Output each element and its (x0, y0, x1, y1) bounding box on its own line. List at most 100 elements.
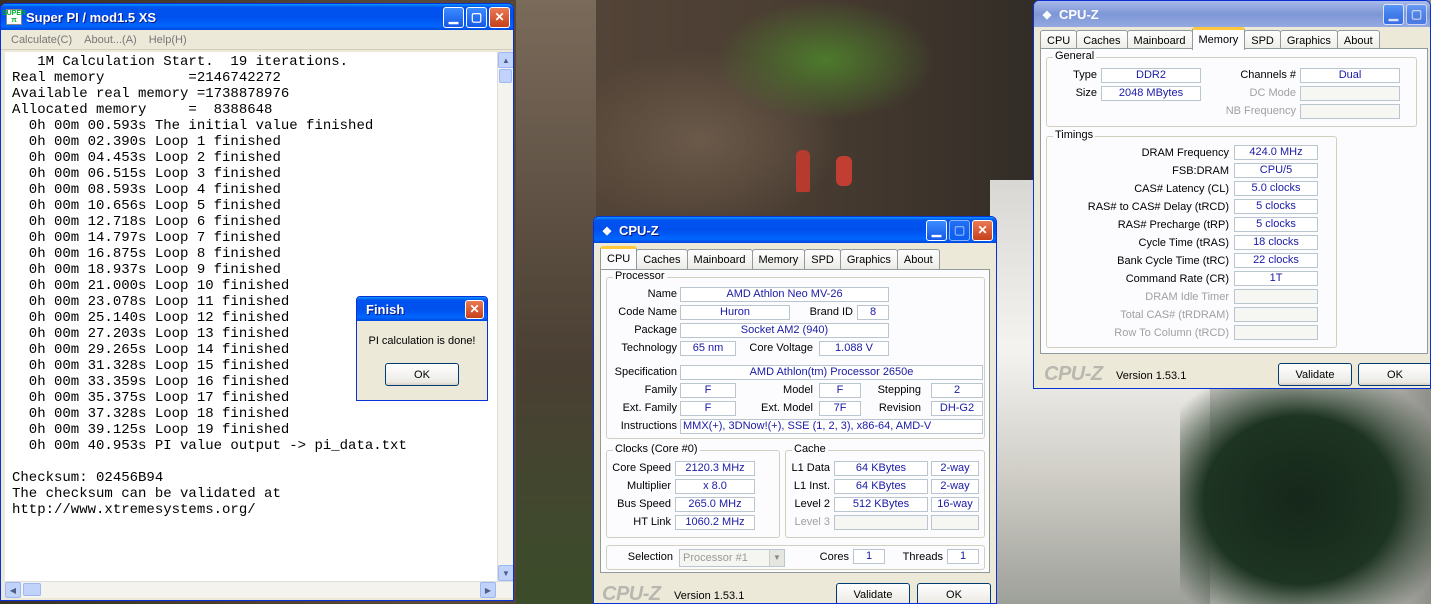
processor-select[interactable]: Processor #1 ▼ (679, 549, 785, 567)
cpuz-cpu-title: CPU-Z (619, 222, 659, 238)
validate-button[interactable]: Validate (836, 583, 910, 603)
corespeed-value: 2120.3 MHz (675, 461, 755, 476)
horizontal-scroll-thumb[interactable] (23, 583, 41, 596)
extmodel-label: Ext. Model (761, 402, 813, 414)
tab-caches[interactable]: Caches (1076, 30, 1128, 50)
finish-dialog[interactable]: Finish ✕ PI calculation is done! OK (356, 296, 488, 401)
multiplier-label: Multiplier (626, 480, 671, 492)
rtc-value (1234, 325, 1318, 340)
minimize-icon: ▁ (448, 10, 459, 24)
tab-about[interactable]: About (896, 249, 940, 269)
validate-button[interactable]: Validate (1278, 363, 1352, 386)
tras-label: Cycle Time (tRAS) (1138, 237, 1229, 249)
horizontal-scrollbar[interactable]: ◀ ▶ (5, 581, 513, 598)
dramfreq-value: 424.0 MHz (1234, 145, 1318, 160)
ok-button[interactable]: OK (917, 583, 991, 603)
superpi-app-icon: SUPER π (1, 9, 27, 25)
type-label: Type (1073, 69, 1097, 81)
output-line: 0h 00m 00.593s The initial value finishe… (12, 118, 374, 134)
tab-about[interactable]: About (1336, 30, 1380, 50)
l2-value: 512 KBytes (834, 497, 928, 512)
tras-value: 18 clocks (1234, 235, 1318, 250)
spec-label: Specification (614, 366, 677, 378)
minimize-icon: ▁ (931, 223, 942, 237)
instructions-value: MMX(+), 3DNow!(+), SSE (1, 2, 3), x86-64… (680, 419, 983, 434)
tab-spd[interactable]: SPD (804, 249, 841, 269)
trc-label: Bank Cycle Time (tRC) (1117, 255, 1229, 267)
l1d-label: L1 Data (791, 462, 830, 474)
tab-memory[interactable]: Memory (1191, 27, 1246, 50)
tab-cpu[interactable]: CPU (600, 246, 638, 269)
tab-caches[interactable]: Caches (636, 249, 688, 269)
trdram-label: Total CAS# (tRDRAM) (1120, 309, 1229, 321)
finish-ok-button[interactable]: OK (385, 363, 459, 386)
clocks-group: Clocks (Core #0) Core Speed 2120.3 MHz M… (606, 443, 780, 538)
tab-memory[interactable]: Memory (751, 249, 806, 269)
l1d-value: 64 KBytes (834, 461, 928, 476)
type-value: DDR2 (1101, 68, 1201, 83)
cpuz-logo: CPU-Z (602, 583, 661, 604)
l3-way-value (931, 515, 979, 530)
family-value: F (680, 383, 736, 398)
scroll-right-button[interactable]: ▶ (480, 582, 496, 598)
tab-mainboard[interactable]: Mainboard (1126, 30, 1193, 50)
wallpaper-tree (1180, 380, 1431, 604)
vertical-scrollbar[interactable]: ▲ ▼ (497, 52, 513, 581)
cpuz-memory-titlebar[interactable]: ◆ CPU-Z ▁ ▢ (1034, 1, 1430, 27)
package-label: Package (634, 324, 677, 336)
superpi-titlebar[interactable]: SUPER π Super PI / mod1.5 XS ▁ ▢ ✕ (1, 4, 513, 30)
finish-titlebar[interactable]: Finish ✕ (357, 297, 487, 321)
menu-calculate[interactable]: Calculate(C) (11, 34, 72, 46)
maximize-button[interactable]: ▢ (466, 6, 487, 28)
maximize-button: ▢ (1406, 3, 1427, 25)
tab-spd[interactable]: SPD (1244, 30, 1281, 50)
scroll-up-button[interactable]: ▲ (498, 52, 513, 68)
output-line: 0h 00m 12.718s Loop 6 finished (12, 214, 281, 230)
cpuz-memory-window[interactable]: ◆ CPU-Z ▁ ▢ CPU Caches Mainboard Memory … (1033, 0, 1431, 389)
tab-graphics[interactable]: Graphics (839, 249, 898, 269)
minimize-button[interactable]: ▁ (926, 219, 947, 241)
name-label: Name (647, 288, 677, 300)
minimize-icon: ▁ (1388, 7, 1399, 21)
cache-group: Cache L1 Data 64 KBytes 2-way L1 Inst. 6… (785, 443, 985, 538)
extfamily-value: F (680, 401, 736, 416)
finish-close-button[interactable]: ✕ (465, 299, 484, 319)
superpi-menubar: Calculate(C) About...(A) Help(H) (1, 30, 513, 50)
close-button[interactable]: ✕ (489, 6, 510, 28)
tab-graphics[interactable]: Graphics (1279, 30, 1338, 50)
minimize-button[interactable]: ▁ (1383, 3, 1404, 25)
processor-select-value: Processor #1 (683, 552, 748, 564)
size-label: Size (1075, 87, 1097, 99)
cr-value: 1T (1234, 271, 1318, 286)
idle-label: DRAM Idle Timer (1145, 291, 1229, 303)
codename-value: Huron (680, 305, 790, 320)
vertical-scroll-thumb[interactable] (499, 69, 512, 83)
tab-mainboard[interactable]: Mainboard (686, 249, 753, 269)
family-label: Family (644, 384, 677, 396)
multiplier-value: x 8.0 (675, 479, 755, 494)
cas-label: CAS# Latency (CL) (1134, 183, 1229, 195)
arrow-right-icon: ▶ (484, 585, 492, 595)
brandid-value: 8 (857, 305, 889, 320)
l2-label: Level 2 (794, 498, 830, 510)
revision-label: Revision (878, 402, 921, 414)
htlink-value: 1060.2 MHz (675, 515, 755, 530)
ok-button[interactable]: OK (1358, 363, 1430, 386)
minimize-button[interactable]: ▁ (443, 6, 464, 28)
scroll-left-button[interactable]: ◀ (5, 582, 21, 598)
cpuz-cpu-titlebar[interactable]: ◆ CPU-Z ▁ ▢ ✕ (594, 217, 996, 243)
output-line: 0h 00m 14.797s Loop 7 finished (12, 230, 281, 246)
selection-label: Selection (627, 551, 673, 563)
finish-message: PI calculation is done! (368, 335, 476, 347)
output-line: http://www.xtremesystems.org/ (12, 502, 256, 518)
model-label: Model (783, 384, 813, 396)
menu-help[interactable]: Help(H) (149, 34, 187, 46)
menu-about[interactable]: About...(A) (84, 34, 137, 46)
clocks-group-label: Clocks (Core #0) (613, 443, 700, 455)
cpuz-cpu-window[interactable]: ◆ CPU-Z ▁ ▢ ✕ CPU Caches Mainboard Memor… (593, 216, 997, 604)
scroll-down-button[interactable]: ▼ (498, 565, 513, 581)
tab-cpu[interactable]: CPU (1040, 30, 1078, 50)
wallpaper-cliff (516, 0, 596, 604)
close-button[interactable]: ✕ (972, 219, 993, 241)
